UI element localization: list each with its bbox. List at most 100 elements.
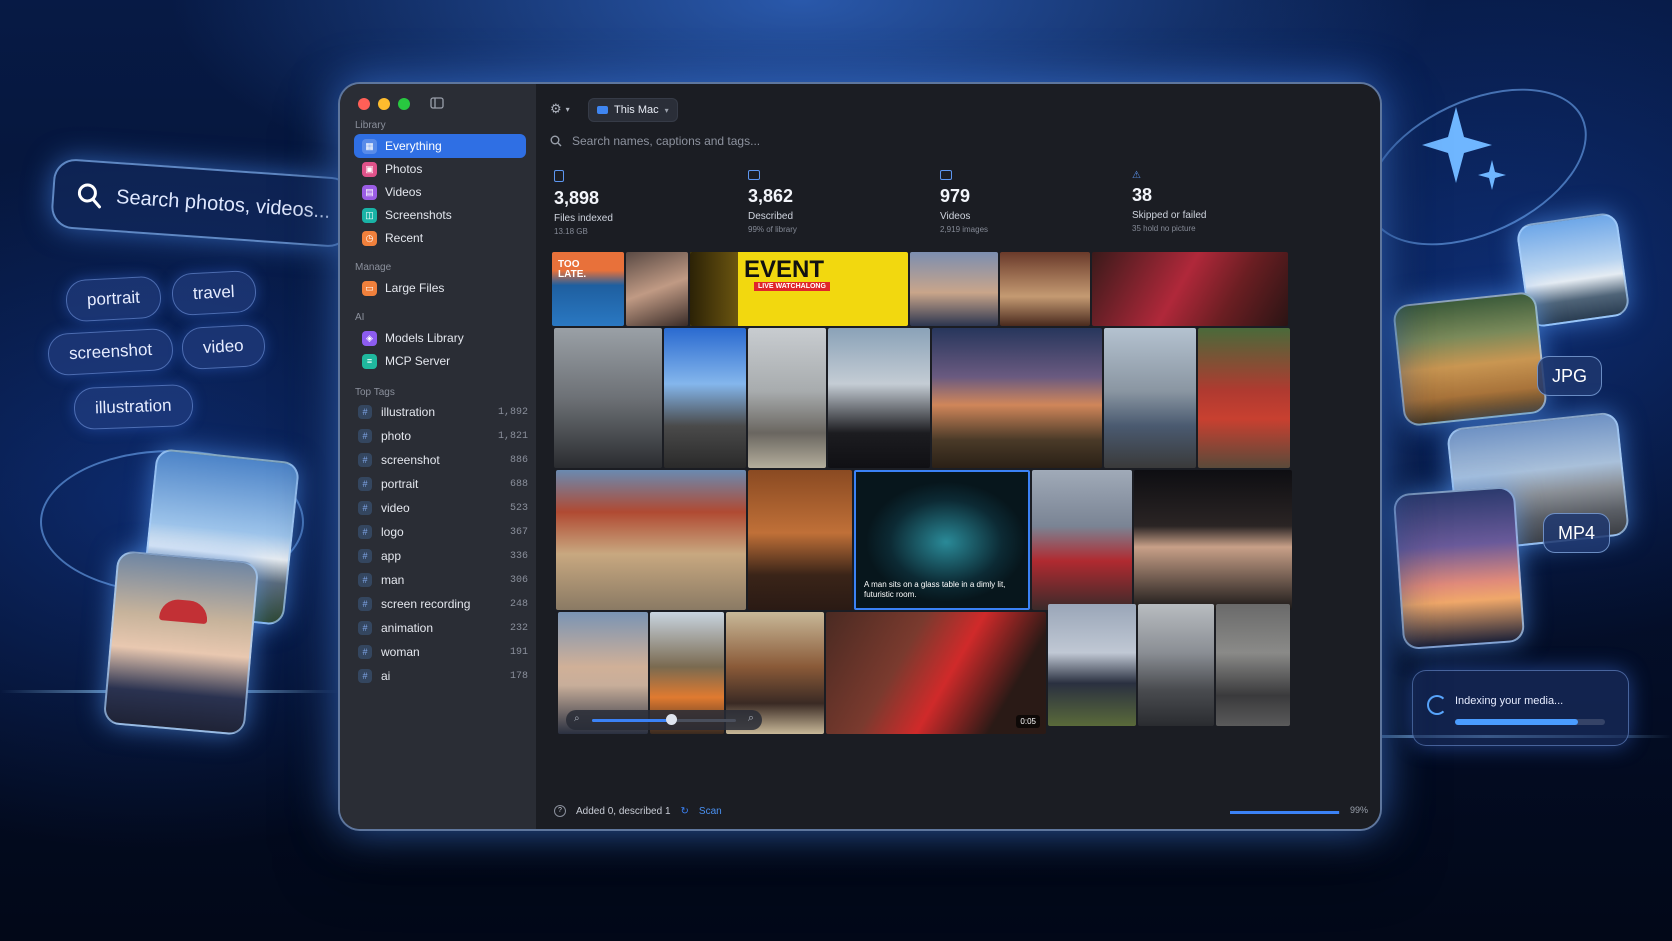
minimize-window-button[interactable] — [378, 98, 390, 110]
media-thumbnail[interactable] — [1048, 604, 1136, 726]
search-bar[interactable]: Search names, captions and tags... — [550, 128, 1360, 154]
media-thumbnail[interactable] — [1134, 470, 1292, 610]
location-picker[interactable]: This Mac ▾ — [588, 98, 678, 122]
tag-name: portrait — [381, 477, 419, 491]
tag-count: 523 — [509, 502, 528, 514]
tag-name: screen recording — [381, 597, 471, 611]
sidebar-item-label: Screenshots — [385, 208, 452, 222]
sidebar-item-mcp-server[interactable]: ≡ MCP Server — [354, 349, 526, 373]
tag-item-illustration[interactable]: # illustration 1,892 — [358, 402, 528, 422]
tag-item-animation[interactable]: # animation 232 — [358, 618, 528, 638]
search-icon — [77, 183, 101, 209]
mp4-badge: MP4 — [1543, 513, 1611, 553]
media-thumbnail[interactable] — [748, 470, 852, 610]
tag-name: logo — [381, 525, 404, 539]
search-input[interactable]: Search names, captions and tags... — [572, 134, 760, 148]
sidebar-item-videos[interactable]: ▤ Videos — [354, 180, 526, 204]
hashtag-icon: # — [358, 573, 372, 587]
media-thumbnail-selected[interactable]: A man sits on a glass table in a dimly l… — [854, 470, 1030, 610]
file-icon — [554, 170, 564, 182]
sidebar-item-models-library[interactable]: ◈ Models Library — [354, 326, 526, 350]
info-icon: ? — [554, 805, 566, 817]
media-thumbnail[interactable]: TOO LATE. — [552, 252, 624, 326]
warning-icon: ⚠ — [1132, 170, 1141, 181]
zoom-window-button[interactable] — [398, 98, 410, 110]
hashtag-icon: # — [358, 549, 372, 563]
tag-item-screen-recording[interactable]: # screen recording 248 — [358, 594, 528, 614]
close-window-button[interactable] — [358, 98, 370, 110]
tag-name: video — [381, 501, 410, 515]
zoom-slider-track[interactable] — [592, 719, 736, 722]
tag-item-photo[interactable]: # photo 1,821 — [358, 426, 528, 446]
media-thumbnail[interactable] — [828, 328, 930, 468]
floating-search-placeholder: Search photos, videos... — [115, 185, 332, 223]
film-icon: ▤ — [362, 184, 377, 200]
media-thumbnail[interactable] — [664, 328, 746, 468]
tag-item-portrait[interactable]: # portrait 688 — [358, 474, 528, 494]
tag-item-woman[interactable]: # woman 191 — [358, 642, 528, 662]
screenshot-icon: ◫ — [362, 207, 377, 223]
media-thumbnail[interactable] — [1000, 252, 1090, 326]
poster-shadow — [690, 252, 738, 326]
tag-count: 1,821 — [497, 430, 528, 442]
zoom-in-icon[interactable]: ⌕ — [748, 712, 754, 725]
poster-title: EVENT — [744, 256, 825, 283]
settings-menu-button[interactable]: ⚙ ▾ — [550, 98, 570, 120]
sidebar-item-everything[interactable]: ▦ Everything — [354, 134, 526, 158]
tag-item-video[interactable]: # video 523 — [358, 498, 528, 518]
top-tags-heading: Top Tags — [355, 387, 395, 398]
media-thumbnail[interactable] — [910, 252, 998, 326]
tag-count: 232 — [509, 622, 528, 634]
poster-tag: LIVE WATCHALONG — [754, 282, 830, 291]
scan-link[interactable]: Scan — [699, 806, 722, 817]
refresh-icon: ↻ — [680, 805, 689, 817]
media-thumbnail[interactable] — [1198, 328, 1290, 468]
sidebar-item-label: Models Library — [385, 331, 464, 345]
media-thumbnail[interactable] — [1092, 252, 1288, 326]
clock-icon: ◷ — [362, 230, 377, 246]
media-thumbnail[interactable]: 0:05 — [826, 612, 1046, 734]
zoom-slider-knob[interactable] — [666, 714, 678, 725]
media-thumbnail[interactable] — [932, 328, 1102, 468]
media-thumbnail[interactable] — [748, 328, 826, 468]
sidebar-item-large-files[interactable]: ▭ Large Files — [354, 276, 526, 300]
library-heading: Library — [355, 120, 386, 131]
media-thumbnail[interactable] — [626, 252, 688, 326]
tag-name: woman — [381, 645, 420, 659]
media-thumbnail[interactable] — [1032, 470, 1132, 610]
sidebar-item-screenshots[interactable]: ◫ Screenshots — [354, 203, 526, 227]
hashtag-icon: # — [358, 405, 372, 419]
stat-sub: 13.18 GB — [554, 227, 588, 236]
caption-icon — [748, 170, 760, 180]
computer-icon — [597, 106, 608, 114]
tag-item-screenshot[interactable]: # screenshot 886 — [358, 450, 528, 470]
hashtag-icon: # — [358, 669, 372, 683]
media-thumbnail[interactable] — [1104, 328, 1196, 468]
media-grid: TOO LATE. EVENT LIVE WATCHALONG A man si… — [552, 252, 1292, 752]
ai-heading: AI — [355, 312, 365, 323]
sidebar-item-label: Everything — [385, 139, 442, 153]
indexing-widget: Indexing your media... — [1412, 670, 1629, 746]
sidebar-toggle-icon[interactable] — [430, 97, 444, 109]
tag-item-man[interactable]: # man 306 — [358, 570, 528, 590]
stat-label: Described — [748, 211, 794, 222]
media-thumbnail[interactable] — [1216, 604, 1290, 726]
tag-count: 336 — [509, 550, 528, 562]
sidebar-item-recent[interactable]: ◷ Recent — [354, 226, 526, 250]
grid-icon: ▦ — [362, 138, 377, 154]
tag-item-ai[interactable]: # ai 178 — [358, 666, 528, 686]
stat-skipped: ⚠ 38 Skipped or failed 35 hold no pictur… — [1132, 170, 1317, 256]
zoom-out-icon[interactable]: ⌕ — [574, 713, 580, 724]
tag-item-app[interactable]: # app 336 — [358, 546, 528, 566]
hashtag-icon: # — [358, 429, 372, 443]
spinner-icon — [1427, 695, 1447, 715]
zoom-slider-fill — [592, 719, 672, 722]
media-thumbnail[interactable] — [1138, 604, 1214, 726]
media-thumbnail[interactable] — [556, 470, 746, 610]
sidebar-item-photos[interactable]: ▣ Photos — [354, 157, 526, 181]
tag-name: screenshot — [381, 453, 440, 467]
media-thumbnail[interactable] — [554, 328, 662, 468]
media-thumbnail[interactable]: EVENT LIVE WATCHALONG — [690, 252, 908, 326]
hashtag-icon: # — [358, 477, 372, 491]
tag-item-logo[interactable]: # logo 367 — [358, 522, 528, 542]
